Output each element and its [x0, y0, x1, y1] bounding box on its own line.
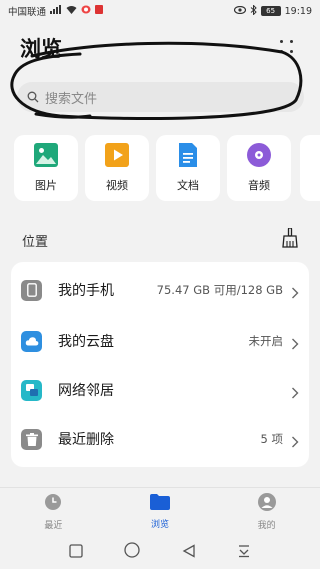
trash-icon: [21, 428, 42, 450]
home-circle-icon[interactable]: [124, 542, 140, 562]
signal-icon: [50, 5, 62, 17]
image-icon: [34, 143, 58, 171]
header: 浏览: [0, 30, 320, 66]
list-item-value: 未开启: [248, 334, 284, 348]
list-item-value: 75.47 GB 可用/128 GB: [156, 283, 283, 297]
nav-label: 浏览: [150, 519, 169, 530]
overview-square-icon[interactable]: [69, 543, 83, 562]
list-item-recently-deleted[interactable]: 最近删除 5 项: [11, 415, 309, 463]
location-header: 位置: [22, 227, 298, 252]
notification-pulldown-icon[interactable]: [237, 543, 251, 562]
battery-icon: 65: [260, 6, 281, 16]
location-list: 我的手机 75.47 GB 可用/128 GB 我的云盘 未开启 网络邻居 最近…: [11, 262, 309, 467]
status-bar: 中国联通 65 19:19: [0, 0, 320, 22]
search-placeholder: 搜索文件: [45, 91, 98, 107]
clock-icon: [44, 493, 62, 515]
chevron-right-icon: [291, 384, 299, 399]
audio-icon: [247, 143, 271, 171]
list-item-label: 最近删除: [58, 432, 114, 448]
clock: 19:19: [284, 5, 312, 17]
list-item-network-neighbors[interactable]: 网络邻居: [11, 366, 309, 414]
video-icon: [105, 143, 129, 171]
network-icon: [21, 379, 42, 401]
carrier-label: 中国联通: [8, 7, 47, 18]
chevron-right-icon: [291, 433, 299, 448]
bottom-nav: 最近 浏览 我的: [0, 487, 320, 535]
system-nav-bar: [0, 535, 320, 569]
category-images[interactable]: 图片: [14, 135, 78, 201]
list-item-my-phone[interactable]: 我的手机 75.47 GB 可用/128 GB: [11, 266, 309, 314]
category-label: 图片: [35, 179, 57, 192]
category-label: 文档: [177, 179, 199, 192]
search-input[interactable]: 搜索文件: [17, 82, 304, 112]
category-label: 视频: [106, 179, 128, 192]
back-triangle-icon[interactable]: [182, 543, 196, 562]
phone-icon: [21, 279, 42, 301]
list-item-label: 网络邻居: [58, 383, 114, 399]
chevron-right-icon: [291, 284, 299, 299]
list-item-label: 我的手机: [58, 283, 114, 299]
category-label: 音频: [248, 179, 270, 192]
eye-icon: [233, 5, 246, 17]
nav-recent[interactable]: 最近: [18, 493, 88, 531]
search-icon: [27, 91, 39, 103]
category-videos[interactable]: 视频: [85, 135, 149, 201]
chevron-right-icon: [291, 335, 299, 350]
category-audio[interactable]: 音频: [227, 135, 291, 201]
app-badge-icon: [95, 5, 104, 17]
list-item-my-cloud[interactable]: 我的云盘 未开启: [11, 317, 309, 365]
user-icon: [257, 492, 276, 515]
category-documents[interactable]: 文档: [156, 135, 220, 201]
list-item-label: 我的云盘: [58, 334, 114, 350]
app-notification-icon: [81, 5, 91, 17]
document-icon: [176, 143, 200, 171]
list-item-value: 5 项: [260, 432, 283, 446]
clean-brush-icon[interactable]: [282, 227, 298, 252]
folder-icon: [149, 493, 170, 514]
category-overflow[interactable]: [300, 135, 320, 201]
wifi-icon: [66, 5, 77, 17]
page-title: 浏览: [20, 37, 62, 61]
nav-label: 最近: [44, 520, 63, 531]
section-title: 位置: [22, 234, 49, 250]
more-options-icon[interactable]: [280, 40, 296, 56]
cloud-icon: [21, 330, 42, 352]
nav-browse[interactable]: 浏览: [125, 493, 195, 530]
category-row: 图片 视频 文档 音频: [14, 135, 291, 201]
nav-mine[interactable]: 我的: [232, 492, 302, 531]
nav-label: 我的: [257, 520, 276, 531]
bluetooth-icon: [250, 3, 257, 18]
